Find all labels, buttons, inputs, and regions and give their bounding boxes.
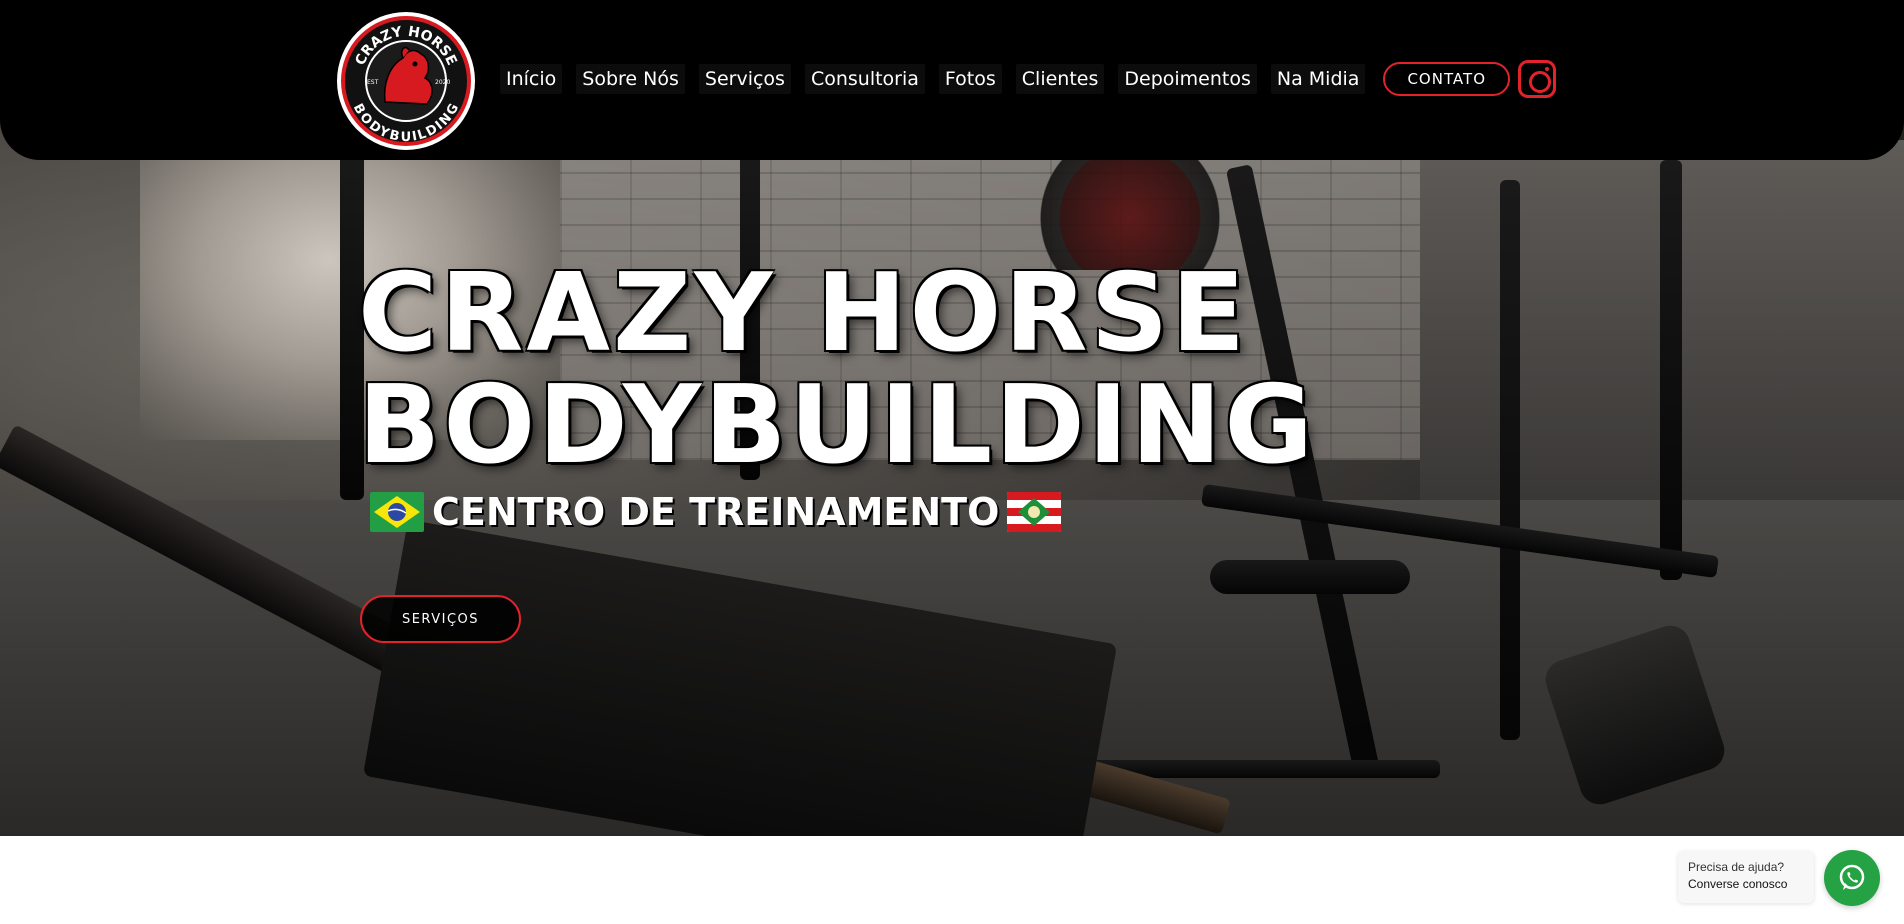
hero-title-line1: CRAZY HORSE [358, 251, 1249, 376]
nav-item-sobre-nos[interactable]: Sobre Nós [576, 64, 685, 94]
nav-item-na-midia[interactable]: Na Midia [1270, 64, 1366, 94]
hero-subtitle: CENTRO DE TREINAMENTO [370, 490, 1062, 534]
whatsapp-icon [1839, 864, 1865, 890]
nav-item-fotos[interactable]: Fotos [938, 64, 1002, 94]
chat-action-text: Converse conosco [1688, 877, 1788, 891]
services-button[interactable]: SERVIÇOS [360, 595, 521, 643]
chat-prompt[interactable]: Precisa de ajuda? Converse conosco [1678, 851, 1814, 903]
contact-button[interactable]: CONTATO [1383, 62, 1511, 96]
whatsapp-button[interactable] [1824, 850, 1880, 906]
nav-item-servicos[interactable]: Serviços [698, 64, 791, 94]
machine-frame [1500, 180, 1520, 740]
nav-item-depoimentos[interactable]: Depoimentos [1118, 64, 1257, 94]
brazil-flag-icon [370, 492, 424, 532]
nav-item-clientes[interactable]: Clientes [1015, 64, 1105, 94]
logo-year-text: 2020 [435, 79, 450, 86]
brand-logo[interactable]: CRAZY HORSE BODYBUILDING EST 2020 [337, 12, 475, 150]
logo-ring: CRAZY HORSE BODYBUILDING EST 2020 [341, 16, 471, 146]
instagram-icon[interactable] [1518, 60, 1556, 98]
hero-title: CRAZY HORSE BODYBUILDING [358, 258, 1316, 482]
nav-item-consultoria[interactable]: Consultoria [804, 64, 925, 94]
main-nav: Início Sobre Nós Serviços Consultoria Fo… [500, 62, 1511, 96]
logo-est-text: EST [367, 79, 379, 86]
santa-catarina-flag-icon [1007, 492, 1062, 532]
hero-subtitle-text: CENTRO DE TREINAMENTO [432, 490, 1000, 534]
site-header: CRAZY HORSE BODYBUILDING EST 2020 Início… [0, 0, 1904, 160]
horse-logo-icon: CRAZY HORSE BODYBUILDING EST 2020 [350, 24, 462, 142]
machine-frame [1660, 160, 1682, 580]
hero-title-line2: BODYBUILDING [358, 363, 1317, 488]
chat-question-text: Precisa de ajuda? [1688, 860, 1785, 874]
nav-item-inicio[interactable]: Início [500, 64, 563, 94]
machine-pad [1210, 560, 1410, 594]
page: CRAZY HORSE BODYBUILDING EST 2020 Início… [0, 0, 1904, 924]
